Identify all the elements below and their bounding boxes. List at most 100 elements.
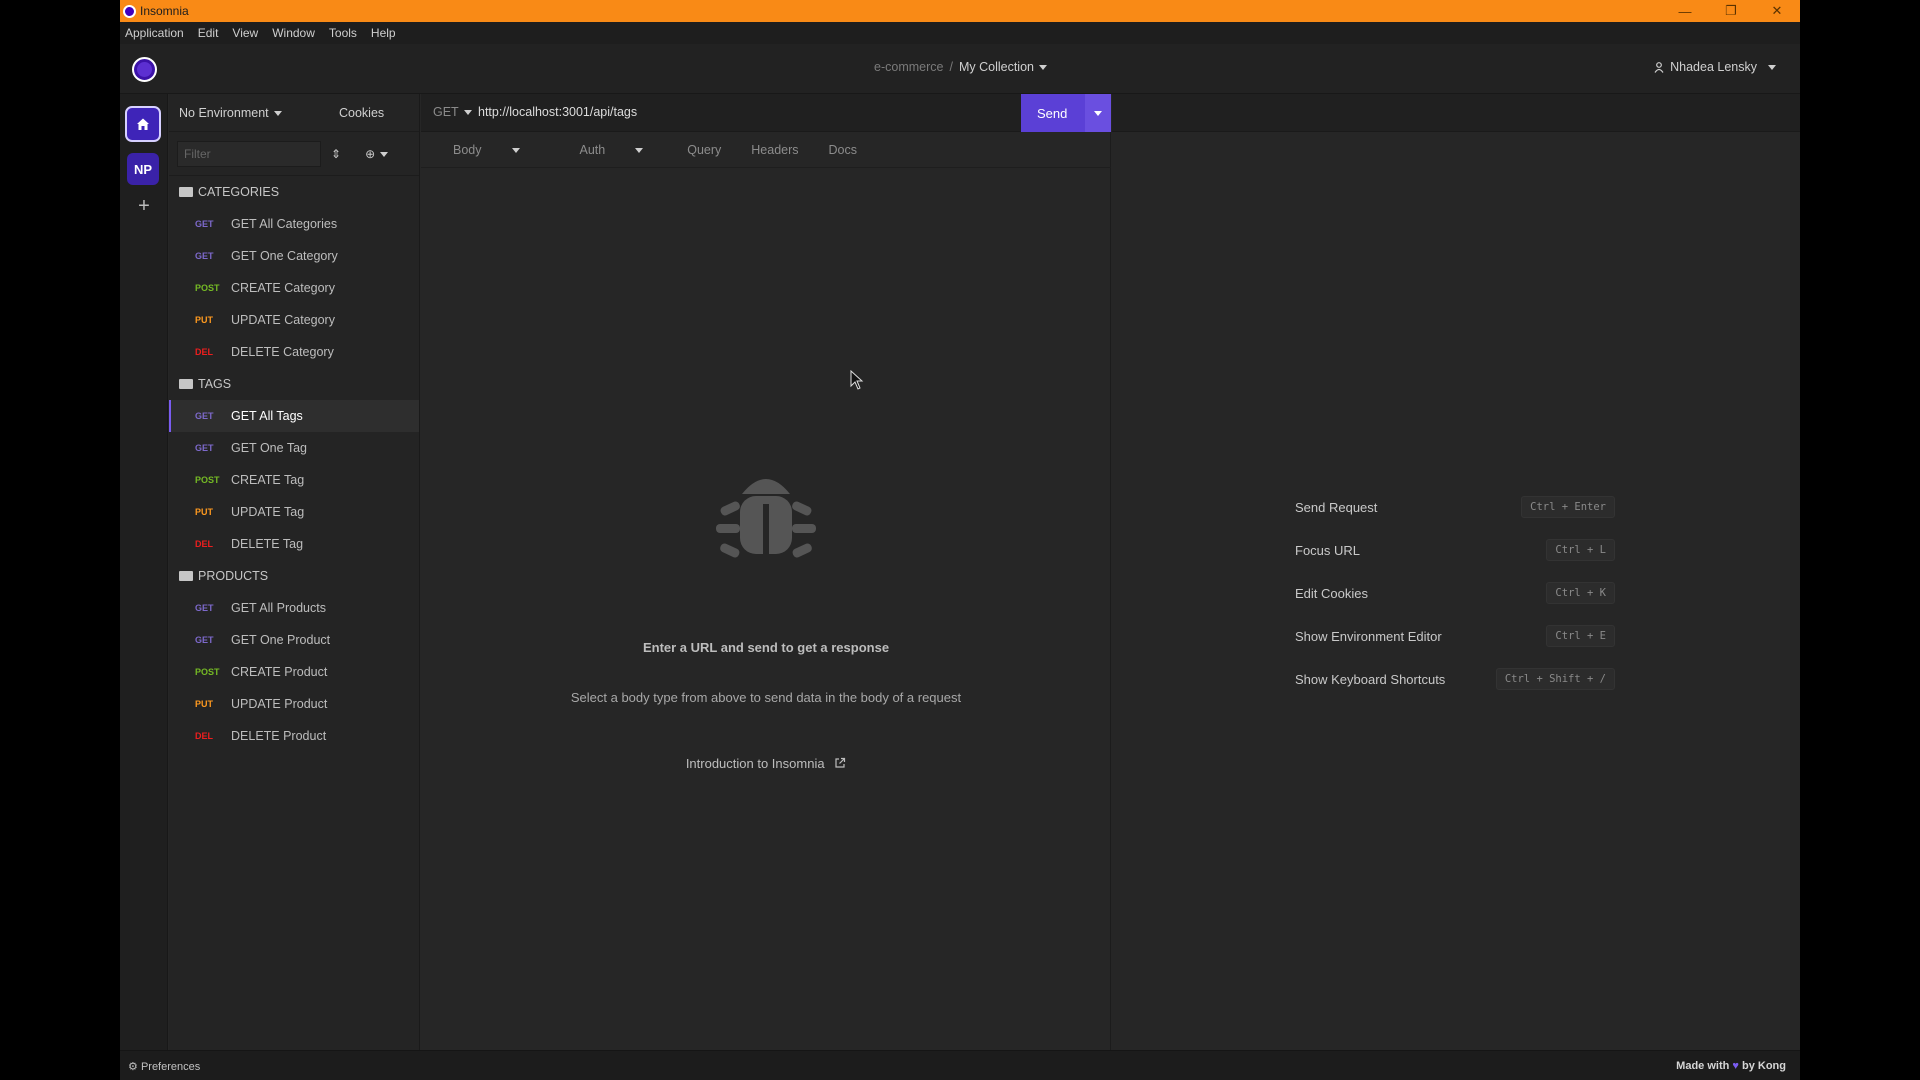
request-label: UPDATE Product bbox=[231, 697, 328, 711]
method-badge: POST bbox=[195, 667, 220, 677]
tab-label: Auth bbox=[579, 142, 606, 157]
url-input[interactable]: http://localhost:3001/api/tags bbox=[478, 105, 637, 119]
folder-icon bbox=[179, 187, 193, 197]
chevron-down-icon bbox=[511, 147, 520, 153]
method-badge: POST bbox=[195, 283, 220, 293]
method-badge: POST bbox=[195, 475, 220, 485]
method-badge: PUT bbox=[195, 507, 213, 517]
collection-name: My Collection bbox=[958, 60, 1034, 74]
workspace-avatar[interactable]: NP bbox=[127, 153, 159, 185]
user-menu[interactable]: Nhadea Lensky bbox=[1654, 60, 1776, 74]
response-pane bbox=[1112, 94, 1800, 1050]
window-title: Insomnia bbox=[140, 4, 189, 18]
request-item[interactable]: GET GET One Tag bbox=[169, 432, 419, 464]
method-badge: GET bbox=[195, 635, 214, 645]
introduction-link[interactable]: Introduction to Insomnia bbox=[421, 756, 1111, 771]
folder-label: TAGS bbox=[198, 377, 232, 391]
request-item[interactable]: PUT UPDATE Tag bbox=[169, 496, 419, 528]
shortcut-key: Ctrl + Enter bbox=[1521, 496, 1615, 518]
environment-dropdown[interactable]: No Environment bbox=[179, 106, 329, 120]
menu-view[interactable]: View bbox=[232, 26, 258, 40]
menu-window[interactable]: Window bbox=[272, 26, 315, 40]
filter-input[interactable]: Filter bbox=[177, 140, 321, 167]
home-button[interactable] bbox=[125, 106, 161, 142]
plus-circle-icon: ⊕ bbox=[365, 146, 376, 161]
request-item[interactable]: PUT UPDATE Product bbox=[169, 688, 419, 720]
chevron-down-icon bbox=[1094, 110, 1102, 116]
tab-headers[interactable]: Headers bbox=[751, 143, 798, 157]
minimize-button[interactable]: — bbox=[1662, 0, 1708, 22]
restore-button[interactable]: ❐ bbox=[1708, 0, 1754, 22]
close-button[interactable]: ✕ bbox=[1754, 0, 1800, 22]
request-item[interactable]: POST CREATE Product bbox=[169, 656, 419, 688]
folder-products[interactable]: PRODUCTS bbox=[169, 560, 419, 592]
folder-categories[interactable]: CATEGORIES bbox=[169, 176, 419, 208]
mouse-cursor-icon bbox=[850, 370, 864, 390]
menu-help[interactable]: Help bbox=[371, 26, 396, 40]
request-label: DELETE Category bbox=[231, 345, 334, 359]
request-item[interactable]: PUT UPDATE Category bbox=[169, 304, 419, 336]
tab-body[interactable]: Body bbox=[437, 143, 534, 157]
shortcut-keyboard-shortcuts: Show Keyboard Shortcuts Ctrl + Shift + / bbox=[1295, 668, 1615, 690]
heart-icon: ♥ bbox=[1732, 1060, 1739, 1072]
method-badge: PUT bbox=[195, 315, 213, 325]
by-kong-label: by Kong bbox=[1742, 1060, 1786, 1072]
tab-label: Body bbox=[453, 142, 482, 157]
add-request-dropdown[interactable]: ⊕ bbox=[365, 146, 389, 161]
tab-auth[interactable]: Auth bbox=[564, 143, 658, 157]
preferences-label: Preferences bbox=[140, 1061, 201, 1073]
add-workspace-button[interactable]: + bbox=[132, 194, 156, 218]
request-label: GET One Category bbox=[231, 249, 338, 263]
method-badge: DEL bbox=[195, 347, 213, 357]
request-label: GET All Tags bbox=[231, 409, 303, 423]
request-item[interactable]: DEL DELETE Product bbox=[169, 720, 419, 752]
shortcut-label: Focus URL bbox=[1295, 542, 1361, 558]
request-label: UPDATE Tag bbox=[231, 505, 305, 519]
method-badge: PUT bbox=[195, 699, 213, 709]
insomnia-home-logo-icon[interactable] bbox=[132, 57, 157, 82]
request-item-active[interactable]: GET GET All Tags bbox=[169, 400, 419, 432]
folder-tags[interactable]: TAGS bbox=[169, 368, 419, 400]
request-item[interactable]: GET GET One Category bbox=[169, 240, 419, 272]
chevron-down-icon bbox=[273, 110, 282, 116]
collection-dropdown[interactable]: My Collection bbox=[959, 60, 1047, 74]
request-item[interactable]: DEL DELETE Category bbox=[169, 336, 419, 368]
send-options-dropdown[interactable] bbox=[1085, 94, 1111, 132]
method-badge: GET bbox=[195, 219, 214, 229]
request-label: UPDATE Category bbox=[231, 313, 335, 327]
menu-edit[interactable]: Edit bbox=[198, 26, 219, 40]
made-with-kong: Made with ♥ by Kong bbox=[1676, 1060, 1786, 1072]
method-dropdown[interactable]: GET bbox=[433, 105, 472, 119]
method-label: GET bbox=[433, 105, 459, 119]
breadcrumb-separator: / bbox=[949, 60, 953, 74]
menu-tools[interactable]: Tools bbox=[329, 26, 357, 40]
request-item[interactable]: GET GET All Products bbox=[169, 592, 419, 624]
shortcut-key: Ctrl + K bbox=[1546, 582, 1615, 604]
environment-label: No Environment bbox=[179, 105, 269, 120]
introduction-link-label: Introduction to Insomnia bbox=[685, 756, 825, 771]
sort-icon[interactable]: ⇕ bbox=[331, 147, 341, 161]
insomnia-window: Insomnia — ❐ ✕ Application Edit View Win… bbox=[120, 0, 1800, 1080]
request-item[interactable]: GET GET One Product bbox=[169, 624, 419, 656]
request-item[interactable]: POST CREATE Category bbox=[169, 272, 419, 304]
request-label: CREATE Tag bbox=[231, 473, 305, 487]
sidebar: No Environment Cookies Filter ⇕ ⊕ CATEGO… bbox=[169, 94, 420, 1050]
cookies-button[interactable]: Cookies bbox=[339, 106, 384, 120]
request-label: GET All Products bbox=[231, 601, 326, 615]
menu-application[interactable]: Application bbox=[125, 26, 184, 40]
chevron-down-icon bbox=[1038, 65, 1047, 71]
request-item[interactable]: POST CREATE Tag bbox=[169, 464, 419, 496]
breadcrumb-project[interactable]: e-commerce bbox=[874, 60, 943, 74]
request-item[interactable]: GET GET All Categories bbox=[169, 208, 419, 240]
tab-docs[interactable]: Docs bbox=[829, 143, 857, 157]
home-icon bbox=[137, 118, 149, 130]
folder-icon bbox=[179, 571, 193, 581]
tab-query[interactable]: Query bbox=[687, 143, 721, 157]
folder-label: PRODUCTS bbox=[198, 569, 269, 583]
app-header: e-commerce / My Collection Nhadea Lensky bbox=[120, 44, 1800, 94]
method-badge: GET bbox=[195, 411, 214, 421]
request-item[interactable]: DEL DELETE Tag bbox=[169, 528, 419, 560]
chevron-down-icon bbox=[635, 147, 644, 153]
preferences-button[interactable]: ⚙ Preferences bbox=[128, 1060, 200, 1073]
send-button[interactable]: Send bbox=[1021, 94, 1111, 132]
